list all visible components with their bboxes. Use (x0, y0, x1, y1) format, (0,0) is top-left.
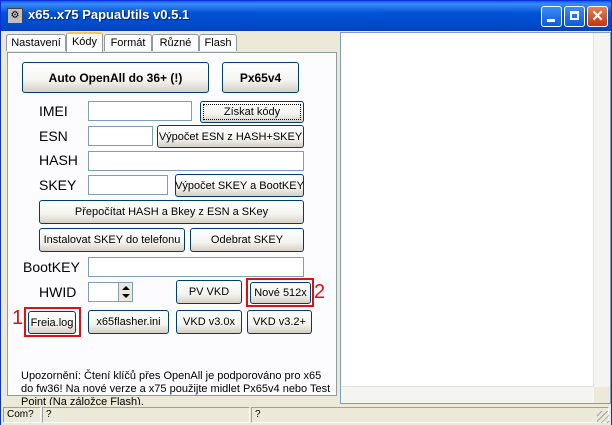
skey-label: SKEY (39, 177, 77, 193)
highlight-box-2 (246, 278, 314, 307)
hash-label: HASH (39, 152, 78, 168)
vkd-v30-button[interactable]: VKD v3.0x (176, 310, 242, 334)
status-com: Com? (3, 407, 41, 423)
imei-label: IMEI (39, 103, 68, 119)
minimize-icon (547, 19, 555, 22)
maximize-button[interactable] (564, 6, 585, 27)
title-bar[interactable]: ⚙ x65..x75 PapuaUtils v0.5.1 ✕ (1, 1, 611, 31)
vkd-v32-button[interactable]: VKD v3.2+ (247, 310, 312, 334)
maximize-icon (570, 11, 579, 20)
px65v4-button[interactable]: Px65v4 (222, 62, 299, 93)
resize-grip-icon[interactable] (597, 411, 609, 423)
skey-field[interactable] (88, 175, 168, 195)
highlight-box-1 (24, 307, 81, 337)
tab-nastaveni[interactable]: Nastavení (6, 34, 66, 51)
app-window: ⚙ x65..x75 PapuaUtils v0.5.1 ✕ Nastavení… (0, 0, 612, 425)
annotation-number-1: 1 (12, 307, 24, 329)
close-button[interactable]: ✕ (587, 6, 608, 27)
log-panel[interactable] (340, 32, 611, 404)
hwid-label: HWID (39, 284, 77, 300)
recalc-button[interactable]: Přepočítat HASH a Bkey z ESN a SKey (39, 200, 304, 224)
tab-ruzne[interactable]: Různé (152, 34, 199, 51)
esn-calc-button[interactable]: Výpočet ESN z HASH+SKEY (157, 125, 304, 148)
tab-flash[interactable]: Flash (199, 34, 237, 51)
app-icon: ⚙ (7, 8, 23, 24)
status-bar: Com? ? ? (1, 405, 611, 425)
window-title: x65..x75 PapuaUtils v0.5.1 (28, 7, 190, 22)
hash-field[interactable] (88, 151, 304, 171)
spin-down-icon (122, 294, 130, 298)
minimize-button[interactable] (541, 6, 562, 27)
install-skey-button[interactable]: Instalovat SKEY do telefonu (39, 228, 185, 252)
esn-field[interactable] (88, 126, 153, 146)
status-pane-3: ? (251, 407, 609, 423)
skey-calc-button[interactable]: Výpočet SKEY a BootKEY (175, 174, 304, 197)
x65flasher-ini-button[interactable]: x65flasher.ini (88, 310, 169, 334)
annotation-number-2: 2 (314, 281, 326, 303)
ziskat-kody-button[interactable]: Získat kódy (200, 101, 304, 123)
horizontal-scrollbar[interactable] (341, 386, 594, 403)
status-pane-2: ? (42, 407, 250, 423)
hwid-field[interactable] (88, 282, 119, 302)
tab-format[interactable]: Formát (104, 34, 152, 51)
hwid-spinner[interactable] (118, 282, 133, 302)
auto-openall-button[interactable]: Auto OpenAll do 36+ (!) (22, 62, 209, 93)
warning-note: Upozornění: Čtení klíčů přes OpenAll je … (21, 370, 331, 408)
imei-field[interactable] (88, 101, 192, 121)
vertical-scrollbar[interactable] (593, 33, 610, 387)
remove-skey-button[interactable]: Odebrat SKEY (190, 228, 304, 252)
spin-up-icon (122, 286, 130, 290)
bootkey-field[interactable] (88, 257, 304, 277)
scrollbar-corner (594, 387, 610, 403)
bootkey-label: BootKEY (23, 259, 80, 275)
close-icon: ✕ (591, 8, 604, 25)
esn-label: ESN (39, 128, 68, 144)
pv-vkd-button[interactable]: PV VKD (176, 280, 242, 304)
tab-kody[interactable]: Kódy (66, 32, 103, 52)
